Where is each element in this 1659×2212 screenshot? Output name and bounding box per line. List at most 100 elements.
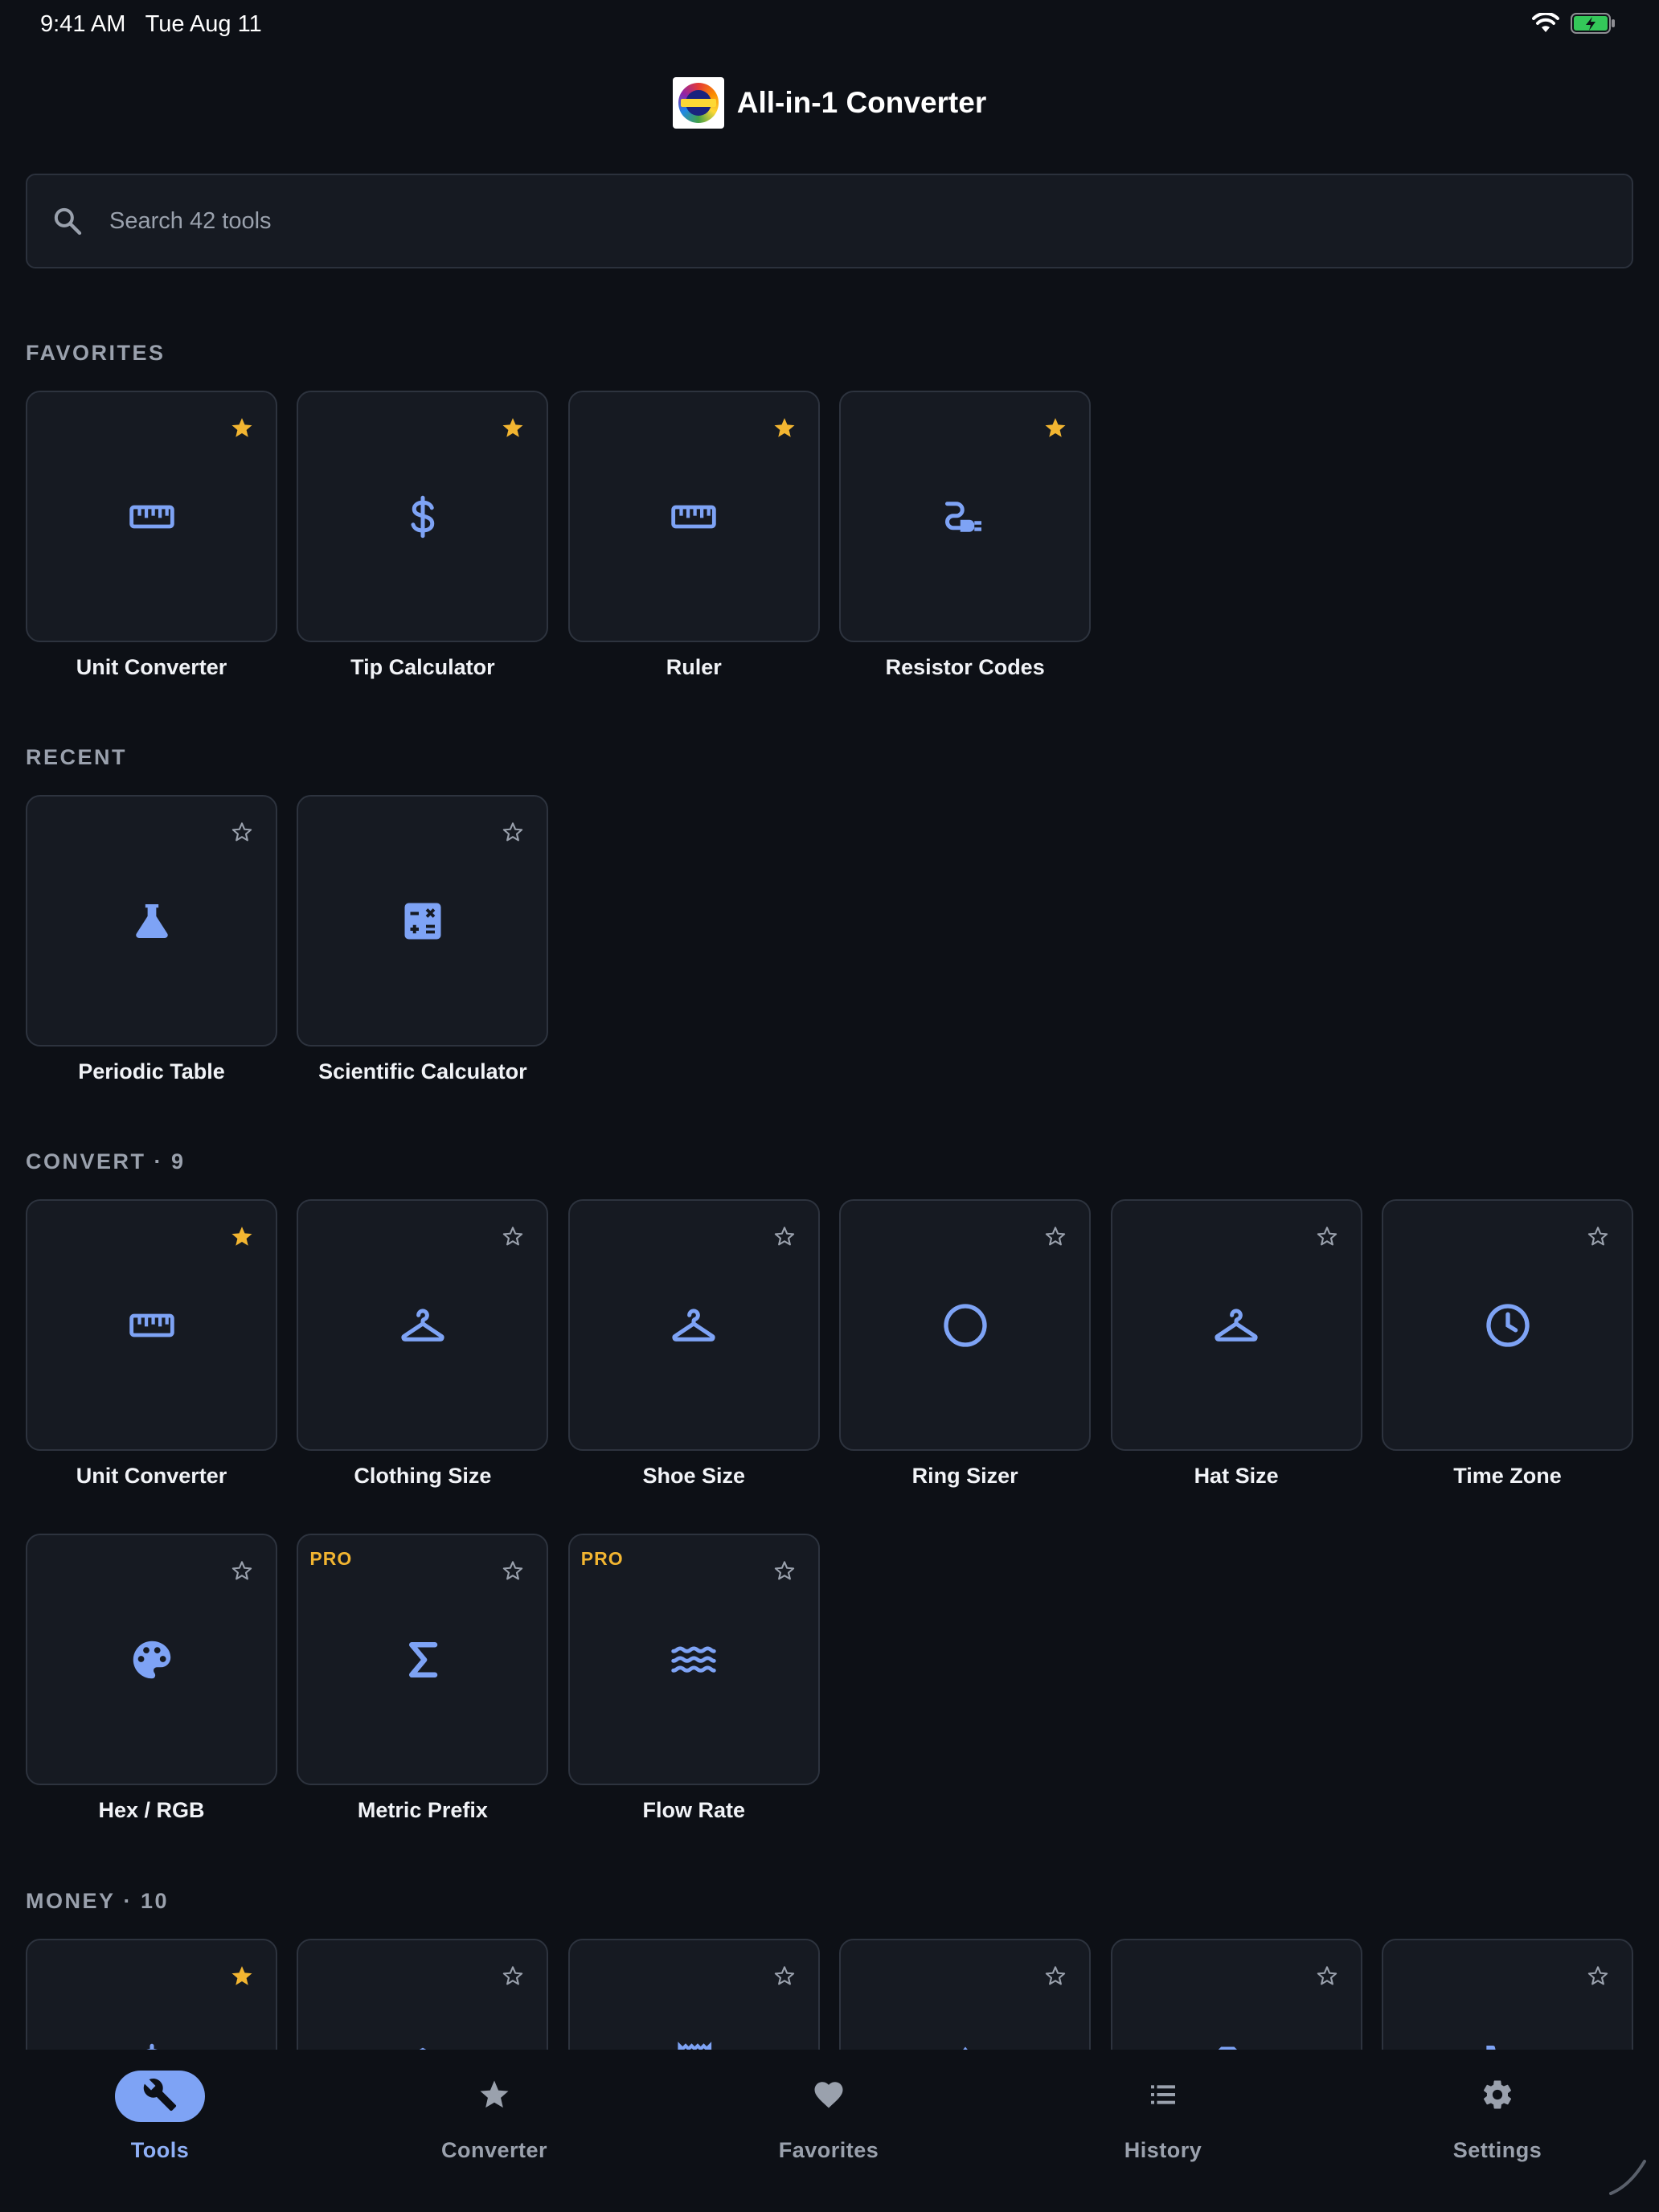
tool-tile-hat-size[interactable]: Hat Size [1110, 1199, 1362, 1489]
tool-card[interactable] [26, 1534, 277, 1785]
wifi-icon [1532, 13, 1559, 34]
flask-icon [123, 892, 181, 950]
section-header-money: MONEY · 10 [26, 1889, 169, 1914]
tool-tile-tip-calculator[interactable]: Tip Calculator [297, 391, 549, 680]
tab-favorites[interactable]: Favorites [708, 2071, 949, 2191]
tool-label: Resistor Codes [885, 655, 1045, 679]
tab-tools[interactable]: Tools [39, 2071, 281, 2191]
tool-tile[interactable] [839, 1939, 1092, 2050]
tool-tile-metric-prefix[interactable]: PRO Metric Prefix [297, 1534, 549, 1823]
tool-label: Unit Converter [76, 1464, 227, 1488]
star-icon [477, 2078, 511, 2116]
search-bar[interactable] [26, 174, 1633, 268]
tool-tile-scientific-calculator[interactable]: Scientific Calculator [297, 795, 549, 1084]
tool-tile-ruler[interactable]: Ruler [567, 391, 820, 680]
trend-icon [936, 2036, 994, 2050]
favorite-star-outline-icon[interactable] [500, 1223, 526, 1249]
tool-label: Flow Rate [642, 1798, 746, 1822]
favorite-star-filled-icon[interactable] [772, 415, 797, 440]
clock-icon [1479, 1296, 1537, 1354]
favorite-star-filled-icon[interactable] [229, 415, 255, 440]
tool-tile-flow-rate[interactable]: PRO Flow Rate [567, 1534, 820, 1823]
tool-tile-time-zone[interactable]: Time Zone [1382, 1199, 1633, 1489]
favorite-star-filled-icon[interactable] [500, 415, 526, 440]
section-count: 9 [171, 1149, 186, 1174]
favorite-star-filled-icon[interactable] [229, 1223, 255, 1249]
tool-card[interactable] [26, 1939, 277, 2050]
tools-scroll-area[interactable]: FAVORITES Unit Converter Tip Calculator Ru… [0, 297, 1659, 2050]
tab-label: Favorites [778, 2138, 879, 2162]
tool-card[interactable] [26, 795, 277, 1047]
tool-label: Tip Calculator [350, 655, 495, 679]
tool-tile-clothing-size[interactable]: Clothing Size [297, 1199, 549, 1489]
tool-tile-shoe-size[interactable]: Shoe Size [567, 1199, 820, 1489]
tool-tile[interactable] [297, 1939, 549, 2050]
favorite-star-outline-icon[interactable] [1043, 1223, 1068, 1249]
tag-icon [1207, 2036, 1265, 2050]
tool-tile-unit-converter[interactable]: Unit Converter [26, 391, 277, 680]
tool-card[interactable] [1110, 1199, 1362, 1451]
tool-card[interactable] [567, 1939, 820, 2050]
favorite-star-outline-icon[interactable] [1314, 1963, 1340, 1989]
tool-card[interactable] [567, 1199, 820, 1451]
tool-card[interactable] [839, 391, 1092, 642]
section-title: CONVERT [26, 1149, 146, 1174]
list-icon [1147, 2079, 1179, 2115]
tab-label: Settings [1452, 2138, 1542, 2162]
favorite-star-outline-icon[interactable] [500, 819, 526, 845]
favorite-star-outline-icon[interactable] [229, 819, 255, 845]
tab-converter[interactable]: Converter [374, 2071, 615, 2191]
tool-tile[interactable] [567, 1939, 820, 2050]
tool-card[interactable] [297, 391, 549, 642]
tool-card[interactable] [839, 1939, 1092, 2050]
tool-card[interactable] [297, 1939, 549, 2050]
tool-card[interactable] [297, 1199, 549, 1451]
favorite-star-filled-icon[interactable] [229, 1963, 255, 1989]
tool-card[interactable] [839, 1199, 1092, 1451]
favorite-star-outline-icon[interactable] [500, 1963, 526, 1989]
tool-tile-hex-rgb[interactable]: Hex / RGB [26, 1534, 277, 1823]
favorite-star-outline-icon[interactable] [1314, 1223, 1340, 1249]
ruler-icon [123, 488, 181, 546]
dollar-icon [123, 2036, 181, 2050]
tool-card[interactable] [1382, 1939, 1633, 2050]
section-header-favorites: FAVORITES [26, 341, 166, 365]
tool-tile[interactable] [26, 1939, 277, 2050]
tab-label: Converter [440, 2138, 548, 2162]
tool-card[interactable] [297, 795, 549, 1047]
power-plug-icon [936, 488, 994, 546]
favorite-star-filled-icon[interactable] [1043, 415, 1068, 440]
tool-card[interactable]: PRO [567, 1534, 820, 1785]
hanger-icon [1207, 1296, 1265, 1354]
favorite-star-outline-icon[interactable] [229, 1558, 255, 1583]
tool-card[interactable] [1382, 1199, 1633, 1451]
battery-icon [1571, 13, 1616, 34]
tool-tile-resistor-codes[interactable]: Resistor Codes [839, 391, 1092, 680]
tool-card[interactable] [1110, 1939, 1362, 2050]
favorite-star-outline-icon[interactable] [1585, 1223, 1611, 1249]
favorite-star-outline-icon[interactable] [1043, 1963, 1068, 1989]
receipt-icon [665, 2036, 723, 2050]
tool-card[interactable] [567, 391, 820, 642]
tab-history[interactable]: History [1043, 2071, 1284, 2191]
favorite-star-outline-icon[interactable] [772, 1558, 797, 1583]
tool-tile[interactable] [1110, 1939, 1362, 2050]
tool-tile-periodic-table[interactable]: Periodic Table [26, 795, 277, 1084]
sigma-icon [394, 1631, 452, 1689]
app-logo [672, 77, 724, 129]
tool-tile-unit-converter[interactable]: Unit Converter [26, 1199, 277, 1489]
gear-icon [1481, 2078, 1514, 2116]
status-bar: 9:41 AM Tue Aug 11 [0, 0, 1659, 51]
favorite-star-outline-icon[interactable] [772, 1963, 797, 1989]
favorite-star-outline-icon[interactable] [500, 1558, 526, 1583]
search-input[interactable] [109, 197, 1632, 245]
tool-card[interactable]: PRO [297, 1534, 549, 1785]
tool-tile[interactable] [1382, 1939, 1633, 2050]
favorite-star-outline-icon[interactable] [1585, 1963, 1611, 1989]
tool-tile-ring-sizer[interactable]: Ring Sizer [839, 1199, 1092, 1489]
tool-card[interactable] [26, 391, 277, 642]
section-separator: · [154, 1149, 164, 1174]
tool-card[interactable] [26, 1199, 277, 1451]
favorite-star-outline-icon[interactable] [772, 1223, 797, 1249]
tab-settings[interactable]: Settings [1377, 2071, 1618, 2191]
